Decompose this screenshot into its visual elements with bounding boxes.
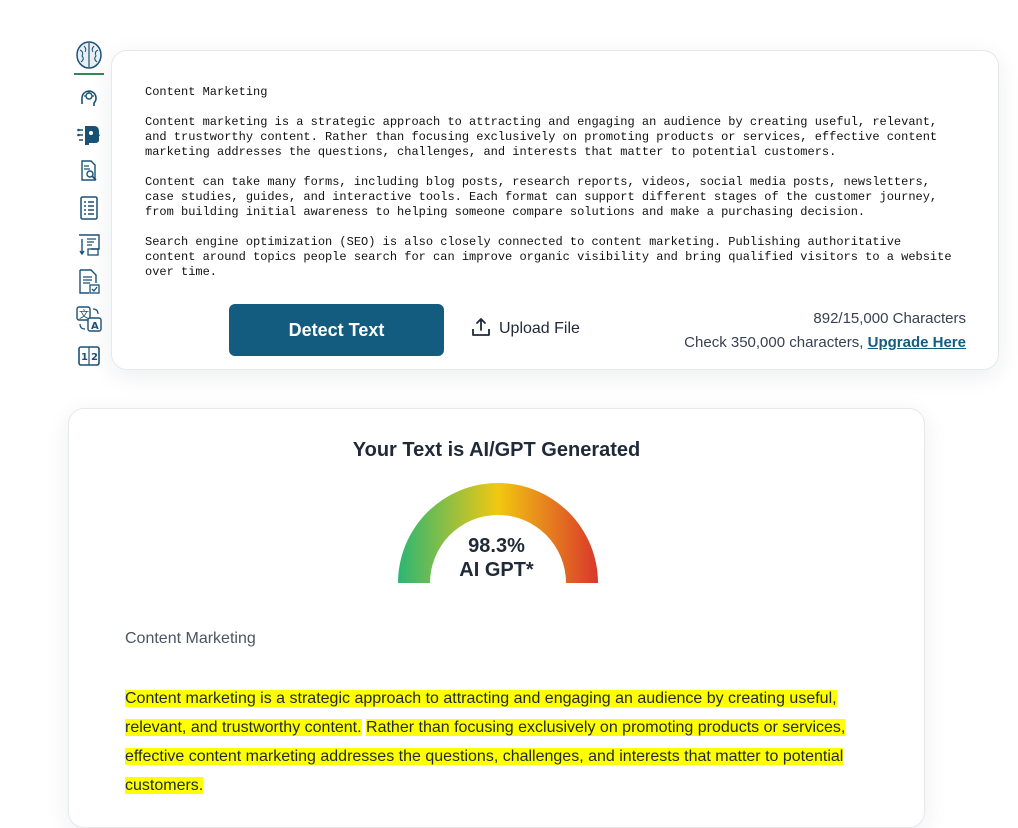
upload-file-label: Upload File (499, 320, 580, 337)
upload-file-button[interactable]: Upload File (471, 316, 580, 342)
check-characters-text: Check 350,000 characters, (684, 334, 864, 351)
numbers-icon[interactable]: 1 2 (76, 343, 102, 369)
result-title: Your Text is AI/GPT Generated (352, 439, 641, 461)
brain-logo-icon[interactable] (75, 40, 103, 70)
upload-icon (471, 317, 491, 342)
document-list-icon[interactable] (76, 195, 102, 221)
ai-head-icon[interactable] (76, 84, 102, 110)
robot-head-icon[interactable] (76, 121, 102, 147)
upgrade-link[interactable]: Upgrade Here (868, 334, 966, 351)
tool-rail: 文 A 1 2 (73, 38, 105, 380)
text-input-area[interactable]: Content Marketing Content marketing is a… (145, 85, 975, 285)
svg-text:2: 2 (91, 352, 98, 363)
document-search-icon[interactable] (76, 158, 102, 184)
result-paragraph: Content marketing is a strategic approac… (125, 684, 865, 800)
document-check-icon[interactable] (76, 269, 102, 295)
rail-active-indicator (74, 73, 104, 75)
result-heading: Content Marketing (125, 630, 256, 647)
text-input-card: Content Marketing Content marketing is a… (111, 50, 999, 370)
sort-list-icon[interactable] (76, 232, 102, 258)
upgrade-notice: Check 350,000 characters, Upgrade Here (684, 331, 966, 355)
character-count: 892/15,000 Characters (813, 310, 966, 327)
ai-score-value: 98.3% (468, 535, 525, 557)
result-card: Your Text is AI/GPT Generated 98.3% AI G… (68, 408, 925, 828)
character-counter: 892/15,000 Characters Check 350,000 char… (684, 307, 966, 355)
translate-icon[interactable]: 文 A (76, 306, 102, 332)
ai-score-label: AI GPT* (459, 559, 534, 581)
detect-text-button[interactable]: Detect Text (229, 304, 444, 356)
svg-text:A: A (91, 321, 99, 332)
svg-text:1: 1 (81, 352, 88, 363)
